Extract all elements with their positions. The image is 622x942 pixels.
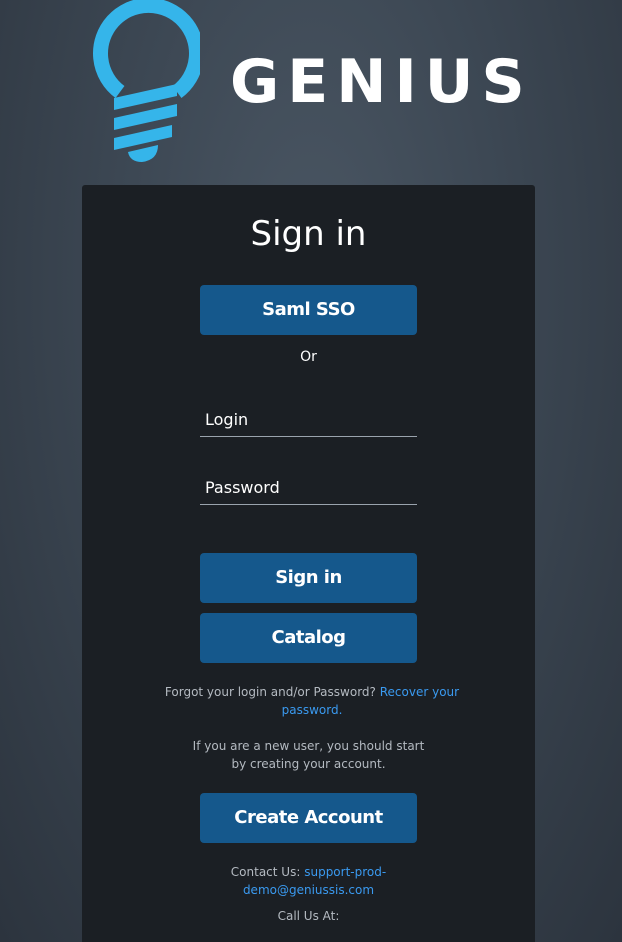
forgot-label: Forgot your login and/or Password? bbox=[164, 685, 376, 699]
contact-label: Contact Us: bbox=[230, 865, 301, 879]
or-separator: Or bbox=[300, 349, 317, 365]
call-us-label: Call Us At: bbox=[277, 909, 340, 923]
catalog-button[interactable]: Catalog bbox=[200, 613, 417, 663]
password-input[interactable] bbox=[200, 471, 417, 505]
page-title: Sign in bbox=[250, 214, 367, 254]
create-account-button[interactable]: Create Account bbox=[200, 793, 417, 843]
contact-info: Contact Us: support-prod-demo@geniussis.… bbox=[212, 863, 405, 899]
brand-name: GENIUS bbox=[230, 47, 533, 117]
lightbulb-logo-icon bbox=[93, 0, 200, 162]
sign-in-button[interactable]: Sign in bbox=[200, 553, 417, 603]
login-input[interactable] bbox=[200, 403, 417, 437]
sign-in-card: Sign in Saml SSO Or Sign in Catalog Forg… bbox=[82, 185, 535, 942]
new-user-text: If you are a new user, you should start … bbox=[192, 739, 425, 771]
saml-sso-button[interactable]: Saml SSO bbox=[200, 285, 417, 335]
forgot-password-text: Forgot your login and/or Password? Recov… bbox=[162, 683, 462, 719]
brand-logo: GENIUS bbox=[80, 0, 550, 170]
